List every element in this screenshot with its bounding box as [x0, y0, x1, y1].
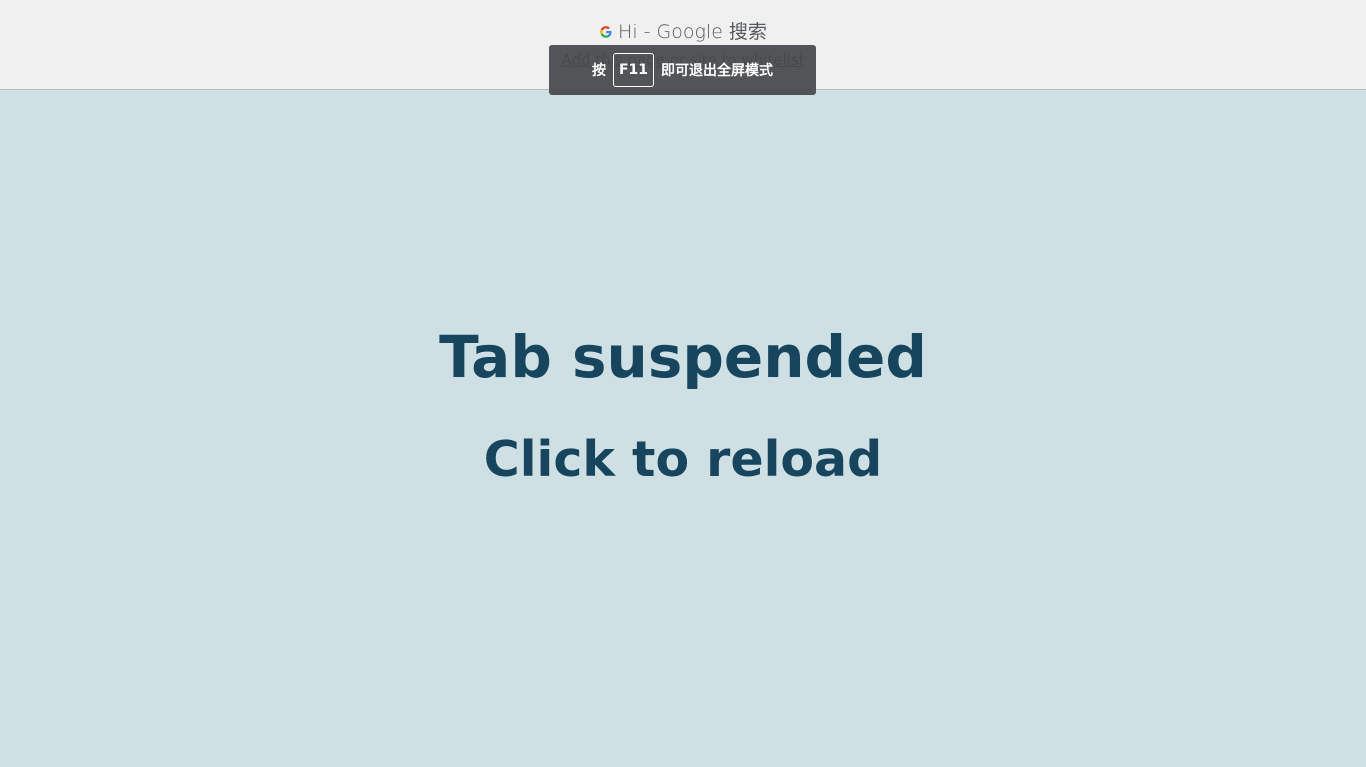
- tab-title-text: Hi - Google 搜索: [618, 21, 767, 43]
- fullscreen-notice-suffix: 即可退出全屏模式: [661, 63, 774, 79]
- fullscreen-notice-prefix: 按: [591, 63, 606, 79]
- tab-title-row: Hi - Google 搜索: [0, 17, 1366, 44]
- tab-suspended-heading: Tab suspended: [439, 323, 927, 391]
- reload-click-area[interactable]: Tab suspended Click to reload: [0, 91, 1366, 767]
- click-to-reload-text[interactable]: Click to reload: [0, 431, 1366, 488]
- f11-key-badge: F11: [612, 53, 655, 87]
- fullscreen-exit-notice: 按 F11 即可退出全屏模式: [549, 45, 816, 95]
- google-g-icon: [600, 26, 612, 38]
